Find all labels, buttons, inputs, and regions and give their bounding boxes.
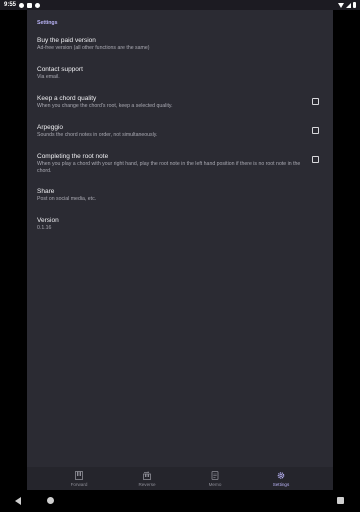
pref-share[interactable]: Share Post on social media, etc. <box>37 188 323 203</box>
pref-title: Completing the root note <box>37 153 109 160</box>
pref-summary: When you change the chord's root, keep a… <box>37 103 173 109</box>
recents-icon[interactable] <box>337 497 344 504</box>
reverse-piano-icon <box>143 471 151 480</box>
back-icon[interactable] <box>15 497 21 505</box>
notification-icon <box>27 2 32 8</box>
nav-label: Memo <box>208 482 222 487</box>
pref-keep-chord-quality[interactable]: Keep a chord quality When you change the… <box>37 95 323 110</box>
pref-version[interactable]: Version 0.1.16 <box>37 217 323 232</box>
gear-icon <box>277 472 285 479</box>
pref-title: Keep a chord quality <box>37 95 97 102</box>
nav-label: Reverse <box>138 482 156 487</box>
data-saver-icon <box>19 2 24 8</box>
status-left-icons <box>19 2 40 8</box>
status-right-icons <box>338 2 356 8</box>
completing-root-note-checkbox[interactable] <box>312 156 319 163</box>
battery-icon <box>353 2 356 8</box>
pref-summary: Sounds the chord notes in order, not sim… <box>37 132 158 138</box>
nav-label: Settings <box>272 482 290 487</box>
wifi-icon <box>338 2 344 8</box>
piano-icon <box>75 471 83 480</box>
app-window: Settings Buy the paid version Ad-free ve… <box>27 10 333 490</box>
pref-summary: Via email. <box>37 74 60 80</box>
memo-icon <box>211 471 219 480</box>
signal-icon <box>346 2 351 8</box>
status-bar: 9:55 <box>0 0 360 10</box>
pref-title: Share <box>37 188 55 195</box>
arpeggio-checkbox[interactable] <box>312 127 319 134</box>
pref-summary: Ad-free version (all other functions are… <box>37 45 150 51</box>
nav-item-forward[interactable]: Forward <box>45 467 113 490</box>
nav-item-reverse[interactable]: Reverse <box>113 467 181 490</box>
nav-item-settings[interactable]: Settings <box>247 467 315 490</box>
pref-title: Buy the paid version <box>37 37 96 44</box>
pref-title: Contact support <box>37 66 83 73</box>
pref-summary: 0.1.16 <box>37 225 52 231</box>
nav-label: Forward <box>70 482 88 487</box>
system-navigation-bar <box>0 490 360 512</box>
keep-chord-quality-checkbox[interactable] <box>312 98 319 105</box>
nav-item-memo[interactable]: Memo <box>181 467 249 490</box>
nfc-icon <box>35 2 40 8</box>
pref-contact-support[interactable]: Contact support Via email. <box>37 66 323 81</box>
pref-title: Arpeggio <box>37 124 64 131</box>
pref-buy-paid-version[interactable]: Buy the paid version Ad-free version (al… <box>37 37 323 52</box>
pref-summary: When you play a chord with your right ha… <box>37 161 301 174</box>
settings-section-title: Settings <box>37 20 58 26</box>
status-time: 9:55 <box>4 2 17 8</box>
pref-completing-root-note[interactable]: Completing the root note When you play a… <box>37 153 323 175</box>
pref-summary: Post on social media, etc. <box>37 196 97 202</box>
pref-arpeggio[interactable]: Arpeggio Sounds the chord notes in order… <box>37 124 323 139</box>
bottom-navigation: Forward Reverse Memo Settings <box>27 467 333 490</box>
home-icon[interactable] <box>47 497 54 504</box>
pref-title: Version <box>37 217 59 224</box>
